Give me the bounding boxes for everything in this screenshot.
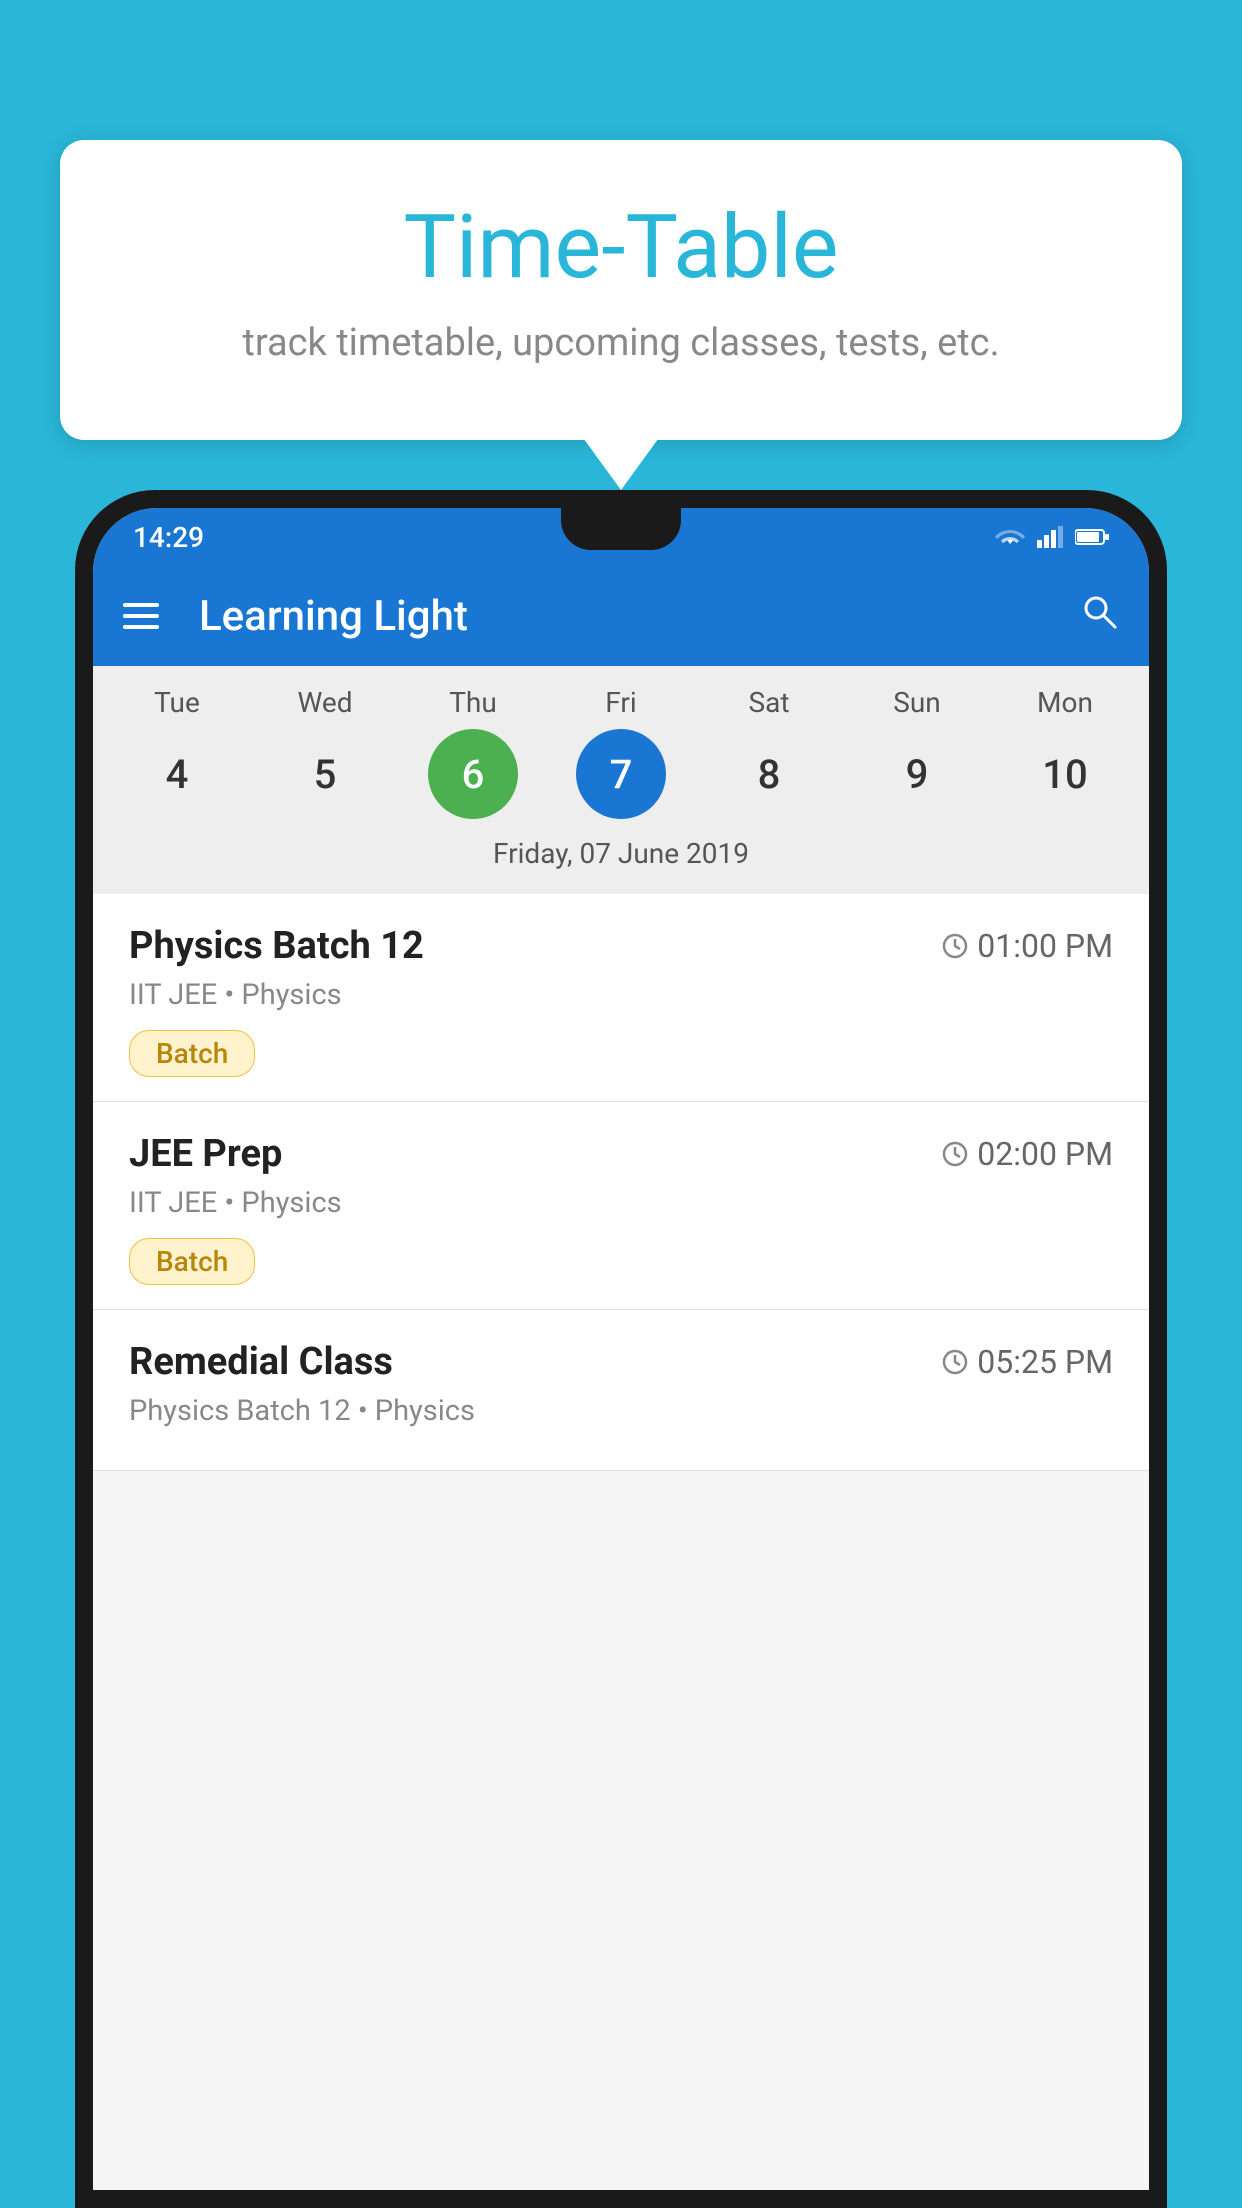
day-9[interactable]: 9: [872, 729, 962, 819]
schedule-item-2-title: JEE Prep: [129, 1132, 282, 1176]
clock-icon-2: [941, 1140, 969, 1168]
day-header-sun: Sun: [872, 686, 962, 719]
schedule-item-3[interactable]: Remedial Class 05:25 PM Physics Batch 12…: [93, 1310, 1149, 1471]
app-title: Learning Light: [199, 592, 1079, 641]
bubble-title: Time-Table: [140, 200, 1102, 297]
schedule-item-3-header: Remedial Class 05:25 PM: [129, 1340, 1113, 1384]
hamburger-menu-button[interactable]: [123, 603, 159, 629]
schedule-item-1-badge: Batch: [129, 1030, 255, 1077]
schedule-item-1[interactable]: Physics Batch 12 01:00 PM IIT JEE • Phys…: [93, 894, 1149, 1102]
clock-icon-1: [941, 932, 969, 960]
app-bar: Learning Light: [93, 566, 1149, 666]
schedule-item-1-sub: IIT JEE • Physics: [129, 978, 1113, 1012]
schedule-item-2[interactable]: JEE Prep 02:00 PM IIT JEE • Physics Batc…: [93, 1102, 1149, 1310]
day-7-selected[interactable]: 7: [576, 729, 666, 819]
clock-icon-3: [941, 1348, 969, 1376]
battery-icon: [1075, 528, 1109, 546]
calendar-strip: Tue Wed Thu Fri Sat Sun Mon 4 5 6 7 8 9 …: [93, 666, 1149, 894]
search-button[interactable]: [1079, 591, 1119, 642]
status-bar: 14:29: [93, 508, 1149, 566]
day-header-mon: Mon: [1020, 686, 1110, 719]
notch: [561, 508, 681, 550]
phone-screen: 14:29: [93, 508, 1149, 2190]
day-headers: Tue Wed Thu Fri Sat Sun Mon: [93, 686, 1149, 719]
status-icons: [995, 526, 1109, 548]
schedule-item-3-title: Remedial Class: [129, 1340, 393, 1384]
schedule-item-1-header: Physics Batch 12 01:00 PM: [129, 924, 1113, 968]
wifi-icon: [995, 526, 1025, 548]
selected-date-label: Friday, 07 June 2019: [93, 829, 1149, 884]
schedule-item-1-title: Physics Batch 12: [129, 924, 424, 968]
day-8[interactable]: 8: [724, 729, 814, 819]
phone-outer: 14:29: [75, 490, 1167, 2208]
schedule-list: Physics Batch 12 01:00 PM IIT JEE • Phys…: [93, 894, 1149, 1471]
day-header-sat: Sat: [724, 686, 814, 719]
status-time: 14:29: [133, 521, 204, 554]
schedule-item-2-time: 02:00 PM: [941, 1135, 1113, 1173]
day-header-wed: Wed: [280, 686, 370, 719]
speech-bubble: Time-Table track timetable, upcoming cla…: [60, 140, 1182, 440]
day-header-fri: Fri: [576, 686, 666, 719]
phone-wrapper: 14:29: [75, 490, 1167, 2208]
day-5[interactable]: 5: [280, 729, 370, 819]
schedule-item-3-sub: Physics Batch 12 • Physics: [129, 1394, 1113, 1428]
speech-bubble-section: Time-Table track timetable, upcoming cla…: [60, 140, 1182, 440]
day-header-thu: Thu: [428, 686, 518, 719]
schedule-item-1-time: 01:00 PM: [941, 927, 1113, 965]
day-6-today[interactable]: 6: [428, 729, 518, 819]
day-header-tue: Tue: [132, 686, 222, 719]
day-numbers: 4 5 6 7 8 9 10: [93, 729, 1149, 819]
schedule-item-3-time: 05:25 PM: [941, 1343, 1113, 1381]
day-4[interactable]: 4: [132, 729, 222, 819]
bubble-subtitle: track timetable, upcoming classes, tests…: [140, 317, 1102, 370]
signal-icon: [1037, 526, 1063, 548]
schedule-item-2-badge: Batch: [129, 1238, 255, 1285]
schedule-item-2-sub: IIT JEE • Physics: [129, 1186, 1113, 1220]
day-10[interactable]: 10: [1020, 729, 1110, 819]
schedule-item-2-header: JEE Prep 02:00 PM: [129, 1132, 1113, 1176]
